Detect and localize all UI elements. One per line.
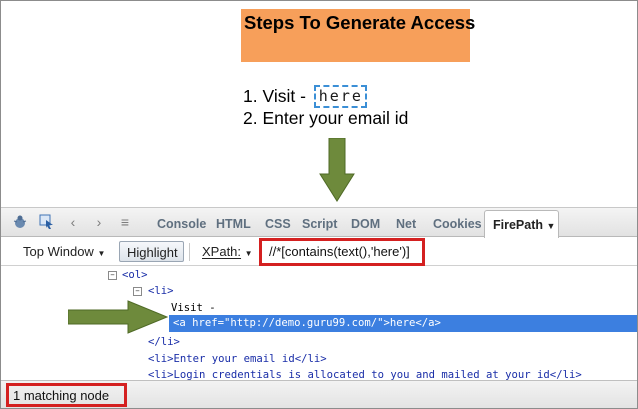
highlight-button[interactable]: Highlight <box>119 241 184 262</box>
matching-node-status: 1 matching node <box>13 388 110 403</box>
here-link[interactable]: here <box>313 85 367 108</box>
tab-firepath-label: FirePath <box>493 218 544 232</box>
selected-node-text: <a href="http://demo.guru99.com/">here</… <box>173 317 441 329</box>
down-arrow-icon <box>319 138 355 202</box>
collapse-toggle-icon[interactable]: – <box>133 287 142 296</box>
tab-net[interactable]: Net <box>396 217 416 231</box>
tree-node-li[interactable]: <li> <box>148 283 174 299</box>
firepath-toolbar: Top Window ▼ Highlight XPath: ▼ //*[cont… <box>1 238 637 266</box>
top-window-dropdown[interactable]: Top Window ▼ <box>15 241 117 262</box>
right-arrow-icon <box>68 300 168 334</box>
tab-firepath[interactable]: FirePath ▼ <box>484 210 559 238</box>
firebug-panel: ‹ › ≡ Console HTML CSS Script DOM Net Co… <box>1 207 637 408</box>
tree-text-visit: Visit - <box>171 302 216 314</box>
step-email: 2. Enter your email id <box>243 108 409 128</box>
forward-icon[interactable]: › <box>91 214 107 230</box>
tab-css[interactable]: CSS <box>265 217 291 231</box>
collapse-toggle-icon[interactable]: – <box>108 271 117 280</box>
heading-box: Steps To Generate Access <box>241 9 475 62</box>
xpath-input[interactable]: //*[contains(text(),'here')] <box>263 242 420 262</box>
xpath-dropdown[interactable]: XPath: ▼ <box>196 241 258 262</box>
tree-node-li-close: </li> <box>148 336 180 348</box>
tab-dom[interactable]: DOM <box>351 217 380 231</box>
top-window-label: Top Window <box>23 244 94 259</box>
toolbar-divider <box>189 243 190 261</box>
xpath-label: XPath: <box>202 244 242 259</box>
tab-console[interactable]: Console <box>157 217 206 231</box>
chevron-down-icon: ▼ <box>244 249 253 258</box>
tree-node-li-email[interactable]: <li>Enter your email id</li> <box>148 351 327 367</box>
command-line-icon[interactable]: ≡ <box>117 214 133 230</box>
selected-node-row[interactable]: <a href="http://demo.guru99.com/">here</… <box>169 315 637 332</box>
tab-html[interactable]: HTML <box>216 217 251 231</box>
step-visit: 1. Visit - here <box>243 85 367 108</box>
chevron-down-icon: ▼ <box>97 249 106 258</box>
firebug-bug-icon[interactable] <box>12 214 28 230</box>
inspect-icon[interactable] <box>39 214 55 230</box>
web-page: Steps To Generate Access 1. Visit - here… <box>1 1 637 206</box>
chevron-down-icon: ▼ <box>546 221 556 231</box>
step-visit-text: 1. Visit - <box>243 86 311 106</box>
firebug-tab-bar: ‹ › ≡ Console HTML CSS Script DOM Net Co… <box>1 208 637 238</box>
tree-node-ol[interactable]: <ol> <box>122 267 148 283</box>
tab-script[interactable]: Script <box>302 217 337 231</box>
page-heading: Steps To Generate Access <box>244 12 476 33</box>
status-bar: 1 matching node <box>1 380 637 408</box>
back-icon[interactable]: ‹ <box>65 214 81 230</box>
tab-cookies[interactable]: Cookies <box>433 217 482 231</box>
